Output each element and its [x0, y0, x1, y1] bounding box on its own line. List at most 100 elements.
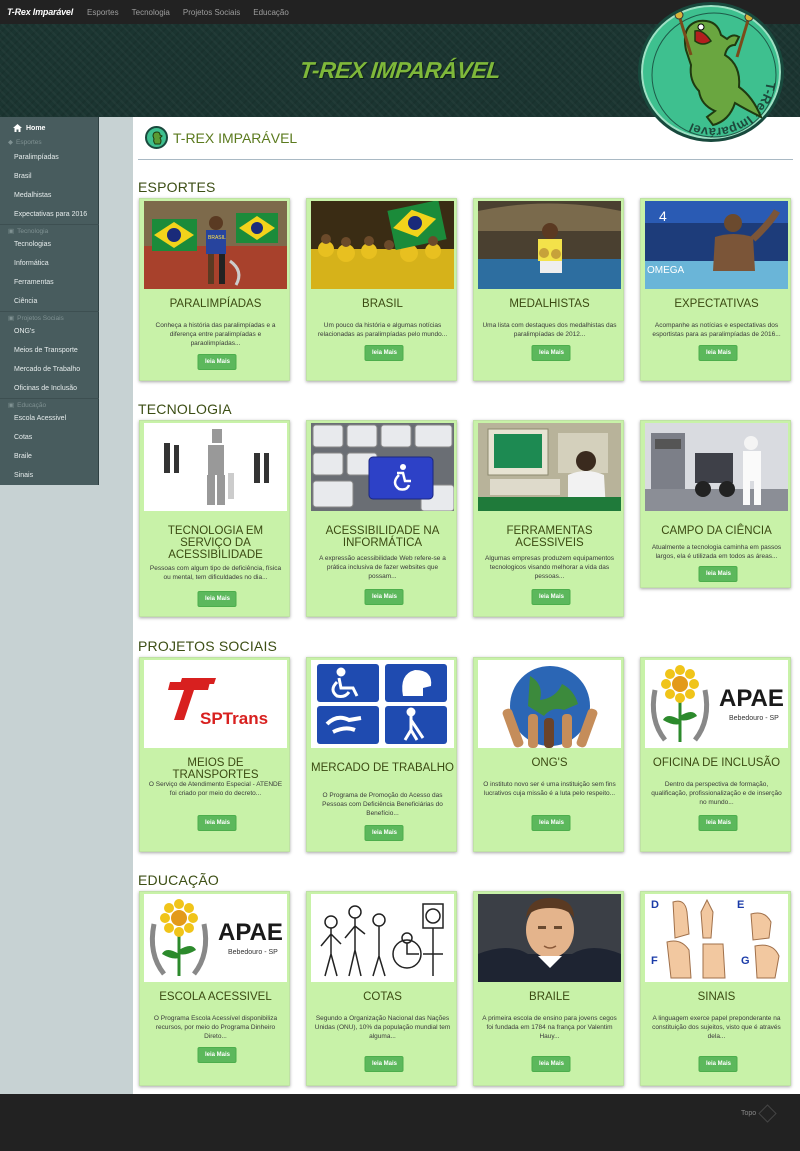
section-esportes: ESPORTES [138, 179, 216, 195]
card-paralimpiadas: BRASIL PARALIMPÍADAS Conheça a história … [139, 198, 290, 381]
sidebar-item-cotas[interactable]: Cotas [14, 434, 32, 441]
sidebar-item-meios-de-transporte[interactable]: Meios de Transporte [14, 347, 78, 354]
card-title: FERRAMENTAS ACESSIVEIS [506, 525, 593, 549]
card-description: Pessoas com algum tipo de deficiência, f… [149, 565, 282, 581]
card-title: COTAS [363, 991, 402, 1003]
card-image [478, 894, 621, 982]
svg-text:Bebedouro - SP: Bebedouro - SP [228, 949, 278, 956]
sidebar-divider [0, 398, 99, 399]
sidebar-item-ferramentas[interactable]: Ferramentas [14, 279, 54, 286]
read-more-button[interactable]: leia Mais [531, 345, 571, 361]
sidebar-group-title: Projetos Sociais [17, 314, 64, 322]
sidebar-item-sinais[interactable]: Sinais [14, 472, 33, 479]
read-more-button[interactable]: leia Mais [197, 1047, 237, 1063]
sidebar-item-braile[interactable]: Braile [14, 453, 32, 460]
sidebar-group-icon: ▣ [8, 228, 15, 235]
card-tecnologia-acessibilidade: TECNOLOGIA EM SERVIÇO DA ACESSIBILIDADE … [139, 420, 290, 617]
sidebar-item-mercado-de-trabalho[interactable]: Mercado de Trabalho [14, 366, 80, 373]
card-braile: BRAILE A primeira escola de ensino para … [473, 891, 624, 1086]
svg-text:4: 4 [659, 208, 667, 224]
card-image: D E F G [645, 894, 788, 982]
card-description: Dentro da perspectiva de formação, quali… [651, 781, 782, 806]
card-acessibilidade-informatica: ACESSIBILIDADE NA INFORMÁTICA A expressã… [306, 420, 457, 617]
card-medalhistas: MEDALHISTAS Uma lista com destaques dos … [473, 198, 624, 381]
card-description: A linguagem exerce papel preponderante n… [652, 1015, 781, 1040]
nav-link-projetos-sociais[interactable]: Projetos Sociais [183, 8, 240, 17]
card-image [311, 894, 454, 982]
nav-link-esportes[interactable]: Esportes [87, 8, 119, 17]
arrow-up-icon [758, 1104, 777, 1123]
card-image [478, 423, 621, 511]
card-title: TECNOLOGIA EM SERVIÇO DA ACESSIBILIDADE [167, 525, 264, 561]
card-expectativas: 4 OMEGA EXPECTATIVAS Acompanhe as notíci… [640, 198, 791, 381]
sidebar-group-tecnologia: ▣ Tecnologia [8, 227, 49, 236]
accessibility-symbols-icon [311, 660, 454, 748]
card-title: SINAIS [697, 991, 736, 1003]
navbar-brand[interactable]: T-Rex Imparável [7, 7, 73, 17]
apae-logo-icon: APAE Bebedouro - SP [144, 894, 287, 982]
read-more-button[interactable]: leia Mais [364, 345, 404, 361]
sidebar-group-title: Esportes [16, 138, 42, 146]
read-more-button[interactable]: leia Mais [531, 815, 571, 831]
read-more-button[interactable]: leia Mais [698, 566, 738, 582]
back-to-top-link[interactable]: Topo [741, 1104, 777, 1123]
apae-logo-icon: APAE Bebedouro - SP [645, 660, 788, 748]
sidebar-item-oficinas-de-inclusao[interactable]: Oficinas de Inclusão [14, 385, 77, 392]
portrait-icon [478, 894, 621, 982]
sidebar-item-brasil[interactable]: Brasil [14, 173, 32, 180]
section-projetos-sociais: PROJETOS SOCIAIS [138, 638, 278, 654]
sidebar-item-expectativas[interactable]: Expectativas para 2016 [14, 211, 87, 218]
read-more-button[interactable]: leia Mais [698, 345, 738, 361]
card-image: APAE Bebedouro - SP [645, 660, 788, 748]
cartoon-people-icon [311, 894, 454, 982]
card-description: O Serviço de Atendimento Especial - ATEN… [148, 781, 283, 797]
read-more-button[interactable]: leia Mais [364, 825, 404, 841]
globe-hands-icon [478, 660, 621, 748]
sidebar-item-ciencia[interactable]: Ciência [14, 298, 37, 305]
read-more-button[interactable]: leia Mais [197, 591, 237, 607]
svg-text:BRASIL: BRASIL [208, 235, 226, 241]
card-title: MEDALHISTAS [509, 298, 590, 310]
svg-text:E: E [737, 899, 744, 911]
trex-logo[interactable]: T-Rex Imparável [638, 2, 784, 142]
card-description: A expressão acessibilidade Web refere-se… [319, 555, 446, 580]
read-more-button[interactable]: leia Mais [698, 1056, 738, 1072]
page-heading: T-REX IMPARÁVEL [145, 126, 297, 149]
sidebar-item-ongs[interactable]: ONG's [14, 328, 35, 335]
sidebar-divider [0, 224, 99, 225]
sidebar-item-tecnologias[interactable]: Tecnologias [14, 241, 51, 248]
card-description: O instituto novo ser é uma instituição s… [483, 781, 616, 797]
card-description: Uma lista com destaques dos medalhistas … [482, 322, 617, 338]
read-more-button[interactable]: leia Mais [364, 589, 404, 605]
trex-mascot-icon: T-Rex Imparável [651, 10, 778, 139]
read-more-button[interactable]: leia Mais [531, 589, 571, 605]
sidebar-item-paralimpiadas[interactable]: Paralimpíadas [14, 154, 59, 161]
card-description: Atualmente a tecnologia caminha em passo… [651, 544, 782, 560]
sidebar-gutter [99, 117, 133, 485]
read-more-button[interactable]: leia Mais [698, 815, 738, 831]
read-more-button[interactable]: leia Mais [364, 1056, 404, 1072]
nav-link-tecnologia[interactable]: Tecnologia [132, 8, 170, 17]
sidebar-item-medalhistas[interactable]: Medalhistas [14, 192, 51, 199]
svg-text:APAE: APAE [719, 685, 784, 712]
read-more-button[interactable]: leia Mais [531, 1056, 571, 1072]
read-more-button[interactable]: leia Mais [197, 354, 237, 370]
card-title: CAMPO DA CIÊNCIA [661, 525, 772, 537]
section-educacao: EDUCAÇÃO [138, 872, 219, 888]
sidebar-group-esportes: ◆ Esportes [8, 138, 42, 147]
sidebar-item-escola-acessivel[interactable]: Escola Acessivel [14, 415, 66, 422]
card-image [311, 660, 454, 748]
sidebar-item-informatica[interactable]: Informática [14, 260, 49, 267]
sidebar-group-projetos-sociais: ▣ Projetos Sociais [8, 314, 64, 323]
read-more-button[interactable]: leia Mais [197, 815, 237, 831]
card-title: ACESSIBILIDADE NA INFORMÁTICA [325, 525, 440, 549]
sidebar-group-title: Tecnologia [17, 227, 49, 235]
card-title: EXPECTATIVAS [674, 298, 759, 310]
card-title: ONG'S [531, 757, 568, 769]
svg-text:APAE: APAE [218, 919, 283, 946]
nav-link-educacao[interactable]: Educação [253, 8, 289, 17]
svg-text:SPTrans: SPTrans [200, 709, 268, 728]
card-mercado-de-trabalho: MERCADO DE TRABALHO O Programa de Promoç… [306, 657, 457, 852]
svg-text:Bebedouro - SP: Bebedouro - SP [729, 715, 779, 722]
sidebar-home[interactable]: Home [13, 124, 45, 132]
